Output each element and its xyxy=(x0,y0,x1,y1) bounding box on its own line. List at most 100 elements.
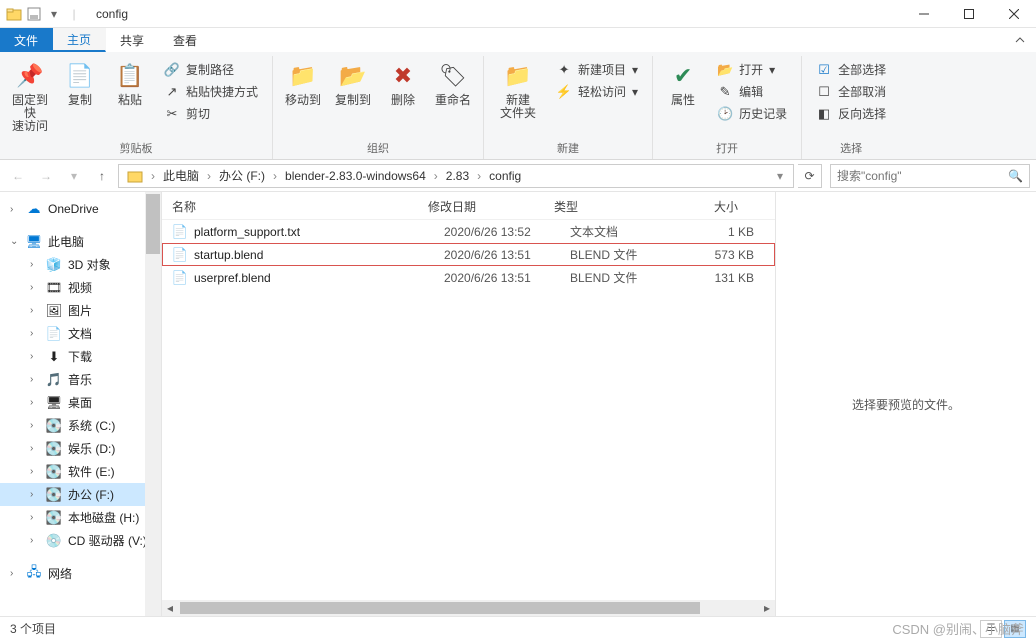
tab-share[interactable]: 共享 xyxy=(106,28,159,52)
chevron-down-icon[interactable]: ▾ xyxy=(771,169,789,183)
properties-button[interactable]: ✔ 属性 xyxy=(659,56,707,111)
chevron-right-icon[interactable]: › xyxy=(147,169,159,183)
scrollbar-thumb[interactable] xyxy=(146,194,160,254)
breadcrumb-seg[interactable]: blender-2.83.0-windows64 xyxy=(281,169,430,183)
chevron-right-icon[interactable]: › xyxy=(203,169,215,183)
open-icon: 📂 xyxy=(717,62,733,78)
scrollbar-thumb[interactable] xyxy=(180,602,700,614)
new-item-icon: ✦ xyxy=(556,62,572,78)
sidebar-item-label: 下载 xyxy=(68,348,92,365)
edit-button[interactable]: ✎编辑 xyxy=(713,82,791,101)
new-folder-icon: 📁 xyxy=(502,60,534,92)
sidebar-item-label: 3D 对象 xyxy=(68,256,111,273)
select-none-button[interactable]: ☐全部取消 xyxy=(812,82,890,101)
new-folder-button[interactable]: 📁 新建 文件夹 xyxy=(490,56,546,124)
copy-path-button[interactable]: 🔗复制路径 xyxy=(160,60,262,79)
chevron-right-icon[interactable]: › xyxy=(430,169,442,183)
easy-access-label: 轻松访问 xyxy=(578,83,626,100)
sidebar-item-onedrive[interactable]: › ☁ OneDrive xyxy=(0,198,161,220)
easy-access-button[interactable]: ⚡轻松访问 ▾ xyxy=(552,82,642,101)
table-row[interactable]: 📄startup.blend2020/6/26 13:51BLEND 文件573… xyxy=(162,243,775,266)
save-icon[interactable] xyxy=(26,6,42,22)
forward-button[interactable]: → xyxy=(34,164,58,188)
close-button[interactable] xyxy=(991,0,1036,28)
scroll-left-icon[interactable]: ◂ xyxy=(162,600,178,616)
move-to-button[interactable]: 📁 移动到 xyxy=(279,56,327,111)
sidebar-item-this-pc[interactable]: ⌄ 🖥 此电脑 xyxy=(0,230,161,253)
sidebar-item[interactable]: ›💿CD 驱动器 (V:) xyxy=(0,529,161,552)
scroll-right-icon[interactable]: ▸ xyxy=(759,600,775,616)
col-size[interactable]: 大小 xyxy=(668,198,738,215)
breadcrumb-seg[interactable]: config xyxy=(485,169,525,183)
paste-shortcut-button[interactable]: ↗粘贴快捷方式 xyxy=(160,82,262,101)
open-button[interactable]: 📂打开 ▾ xyxy=(713,60,791,79)
tab-home[interactable]: 主页 xyxy=(53,28,106,52)
history-button[interactable]: 🕑历史记录 xyxy=(713,104,791,123)
breadcrumb-seg[interactable]: 2.83 xyxy=(442,169,473,183)
tab-file[interactable]: 文件 xyxy=(0,28,53,52)
sidebar-item[interactable]: ›🖥桌面 xyxy=(0,391,161,414)
drive-icon: 💽 xyxy=(46,487,62,503)
cut-button[interactable]: ✂剪切 xyxy=(160,104,262,123)
table-row[interactable]: 📄userpref.blend2020/6/26 13:51BLEND 文件13… xyxy=(162,266,775,289)
search-input[interactable] xyxy=(837,169,1008,183)
up-button[interactable]: ↑ xyxy=(90,164,114,188)
search-icon[interactable]: 🔍 xyxy=(1008,169,1023,183)
maximize-button[interactable] xyxy=(946,0,991,28)
col-date[interactable]: 修改日期 xyxy=(428,198,554,215)
breadcrumb[interactable]: › 此电脑 › 办公 (F:) › blender-2.83.0-windows… xyxy=(118,164,794,188)
preview-empty-text: 选择要预览的文件。 xyxy=(852,396,960,413)
sidebar-item-network[interactable]: › 🖧 网络 xyxy=(0,562,161,585)
sidebar-item[interactable]: ›🎵音乐 xyxy=(0,368,161,391)
sidebar-item[interactable]: ›💽系统 (C:) xyxy=(0,414,161,437)
invert-icon: ◧ xyxy=(816,106,832,122)
search-box[interactable]: 🔍 xyxy=(830,164,1030,188)
col-name[interactable]: 名称 xyxy=(172,198,428,215)
music-icon: 🎵 xyxy=(46,372,62,388)
file-name: startup.blend xyxy=(194,248,444,262)
invert-selection-button[interactable]: ◧反向选择 xyxy=(812,104,890,123)
select-all-button[interactable]: ☑全部选择 xyxy=(812,60,890,79)
col-type[interactable]: 类型 xyxy=(554,198,668,215)
rename-button[interactable]: 🏷 重命名 xyxy=(429,56,477,111)
sidebar-item[interactable]: ›🎞视频 xyxy=(0,276,161,299)
ribbon-tabs: 文件 主页 共享 查看 xyxy=(0,28,1036,52)
collapse-ribbon-button[interactable] xyxy=(1004,28,1036,52)
sidebar-item[interactable]: ›💽办公 (F:) xyxy=(0,483,161,506)
table-row[interactable]: 📄platform_support.txt2020/6/26 13:52文本文档… xyxy=(162,220,775,243)
sidebar-item[interactable]: ›💽软件 (E:) xyxy=(0,460,161,483)
scrollbar-track[interactable] xyxy=(145,192,161,616)
horizontal-scrollbar[interactable]: ◂ ▸ xyxy=(162,600,775,616)
new-item-button[interactable]: ✦新建项目 ▾ xyxy=(552,60,642,79)
breadcrumb-seg[interactable]: 此电脑 xyxy=(159,167,203,184)
sidebar-item[interactable]: ›🧊3D 对象 xyxy=(0,253,161,276)
back-button[interactable]: ← xyxy=(6,164,30,188)
pin-button[interactable]: 📌 固定到快 速访问 xyxy=(6,56,54,138)
sidebar-item-label: 本地磁盘 (H:) xyxy=(68,509,139,526)
copy-to-button[interactable]: 📂 复制到 xyxy=(329,56,377,111)
dropdown-icon[interactable]: ▾ xyxy=(46,6,62,22)
caret-icon: › xyxy=(10,568,20,579)
chevron-right-icon[interactable]: › xyxy=(269,169,281,183)
tab-view[interactable]: 查看 xyxy=(159,28,212,52)
sidebar-item[interactable]: ›💽娱乐 (D:) xyxy=(0,437,161,460)
chevron-right-icon[interactable]: › xyxy=(473,169,485,183)
minimize-button[interactable] xyxy=(901,0,946,28)
column-headers[interactable]: 名称 修改日期 类型 大小 xyxy=(162,192,775,220)
paste-button[interactable]: 📋 粘贴 xyxy=(106,56,154,111)
copy-label: 复制 xyxy=(68,94,92,107)
copy-button[interactable]: 📄 复制 xyxy=(56,56,104,111)
refresh-button[interactable]: ⟳ xyxy=(798,164,822,188)
sidebar-item[interactable]: ›🖼图片 xyxy=(0,299,161,322)
recent-button[interactable]: ▾ xyxy=(62,164,86,188)
open-label: 打开 xyxy=(739,61,763,78)
sidebar-item[interactable]: ›📄文档 xyxy=(0,322,161,345)
item-count: 3 个项目 xyxy=(10,620,56,637)
sidebar-item[interactable]: ›💽本地磁盘 (H:) xyxy=(0,506,161,529)
preview-pane: 选择要预览的文件。 xyxy=(776,192,1036,616)
delete-button[interactable]: ✖ 删除 xyxy=(379,56,427,111)
caret-icon: › xyxy=(30,466,40,477)
file-name: platform_support.txt xyxy=(194,225,444,239)
breadcrumb-seg[interactable]: 办公 (F:) xyxy=(215,167,269,184)
sidebar-item[interactable]: ›⬇下载 xyxy=(0,345,161,368)
